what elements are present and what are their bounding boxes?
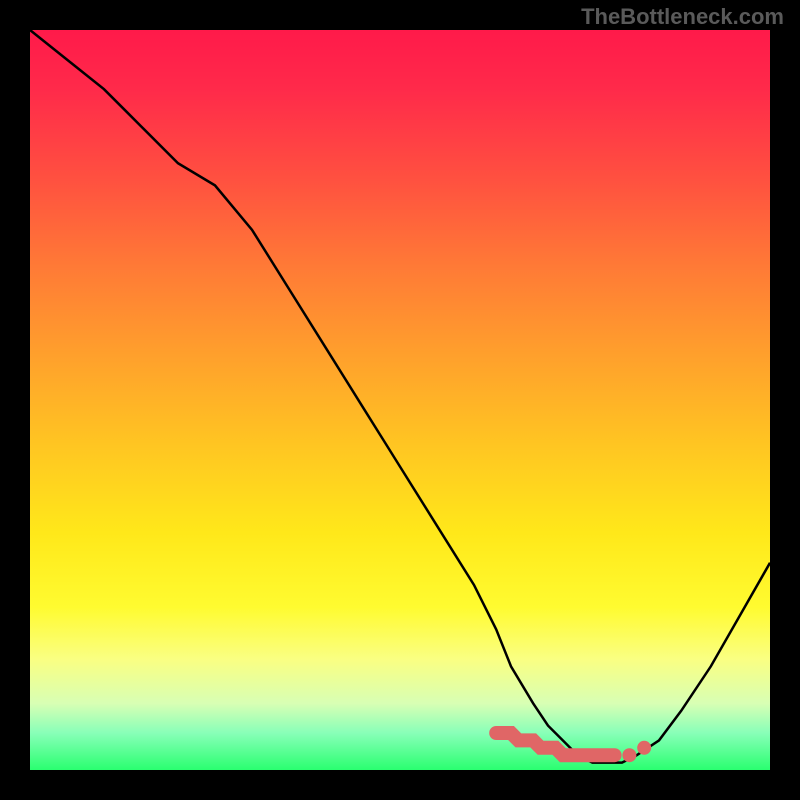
bottleneck-curve-path <box>30 30 770 763</box>
highlight-dot-1 <box>622 748 636 762</box>
plot-area <box>30 30 770 770</box>
highlight-dot-2 <box>637 741 651 755</box>
curve-layer <box>30 30 770 770</box>
watermark-text: TheBottleneck.com <box>581 4 784 30</box>
highlight-segment-path <box>496 733 614 755</box>
chart-container: TheBottleneck.com <box>0 0 800 800</box>
